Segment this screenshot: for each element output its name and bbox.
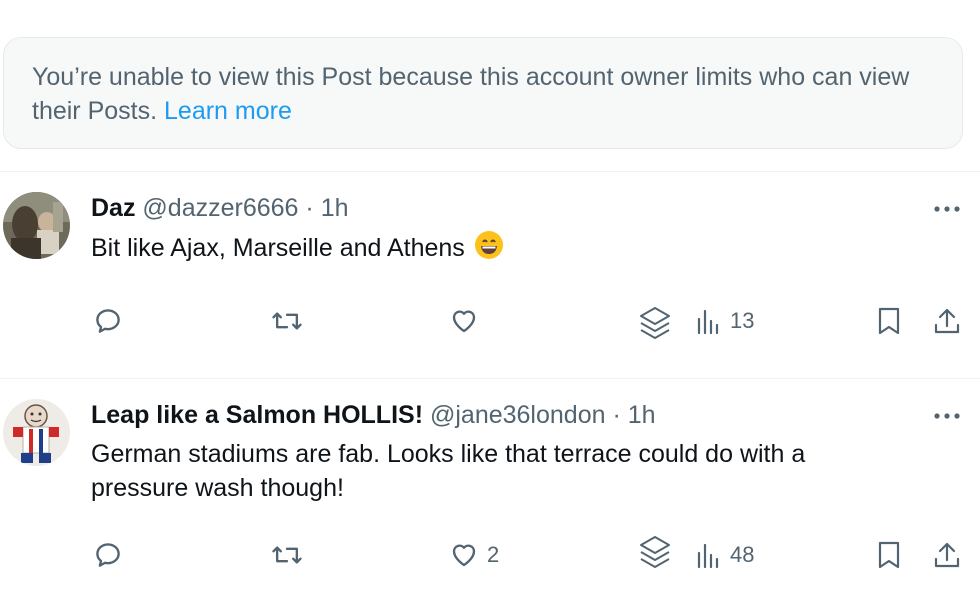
repost-button[interactable] bbox=[271, 304, 303, 338]
post-text: Bit like Ajax, Marseille and Athens bbox=[91, 230, 951, 269]
repost-icon bbox=[272, 546, 302, 564]
share-icon bbox=[934, 308, 960, 334]
post-header: Leap like a Salmon HOLLIS! @jane36london… bbox=[91, 400, 656, 430]
reply-post[interactable]: Leap like a Salmon HOLLIS! @jane36london… bbox=[0, 378, 980, 604]
bookmark-icon bbox=[878, 307, 900, 335]
reply-icon bbox=[96, 309, 120, 333]
grinning-face-emoji bbox=[474, 230, 504, 269]
grok-stack-button[interactable] bbox=[638, 536, 672, 570]
share-icon bbox=[934, 542, 960, 568]
avatar[interactable] bbox=[3, 399, 70, 466]
heart-icon bbox=[452, 544, 476, 567]
bookmark-button[interactable] bbox=[877, 538, 901, 572]
view-count: 13 bbox=[730, 308, 755, 333]
share-button[interactable] bbox=[933, 538, 961, 572]
views-icon bbox=[697, 543, 719, 569]
post-text: German stadiums are fab. Looks like that… bbox=[91, 440, 806, 502]
like-button[interactable] bbox=[449, 304, 487, 338]
grok-stack-button[interactable] bbox=[638, 307, 672, 341]
reply-icon bbox=[96, 543, 120, 567]
bookmark-button[interactable] bbox=[877, 304, 901, 338]
restricted-post-notice: You’re unable to view this Post because … bbox=[3, 37, 963, 149]
post-text-content: Bit like Ajax, Marseille and Athens bbox=[91, 234, 465, 262]
post-header: Daz @dazzer6666 · 1h bbox=[91, 193, 349, 223]
handle[interactable]: @jane36london bbox=[430, 401, 606, 429]
reply-button[interactable] bbox=[93, 538, 123, 572]
views-button[interactable]: 48 bbox=[696, 538, 754, 572]
avatar-photo bbox=[3, 192, 70, 259]
repost-icon bbox=[272, 312, 302, 330]
separator: · bbox=[612, 401, 621, 429]
avatar-photo bbox=[3, 399, 70, 466]
views-icon bbox=[697, 309, 719, 335]
share-button[interactable] bbox=[933, 304, 961, 338]
like-count: 2 bbox=[487, 542, 500, 567]
display-name[interactable]: Leap like a Salmon HOLLIS! bbox=[91, 401, 423, 429]
bookmark-icon bbox=[878, 541, 900, 569]
reply-button[interactable] bbox=[93, 304, 123, 338]
more-options-icon[interactable] bbox=[932, 406, 962, 426]
learn-more-link[interactable]: Learn more bbox=[164, 97, 292, 125]
stack-layers-icon bbox=[640, 307, 670, 339]
heart-icon bbox=[452, 310, 476, 333]
separator: · bbox=[305, 194, 314, 222]
timestamp[interactable]: 1h bbox=[628, 401, 656, 429]
display-name[interactable]: Daz bbox=[91, 194, 135, 222]
view-count: 48 bbox=[730, 542, 755, 567]
repost-button[interactable] bbox=[271, 538, 303, 572]
reply-post[interactable]: Daz @dazzer6666 · 1h Bit like Ajax, Mars… bbox=[0, 171, 980, 378]
avatar[interactable] bbox=[3, 192, 70, 259]
handle[interactable]: @dazzer6666 bbox=[142, 194, 298, 222]
more-options-icon[interactable] bbox=[932, 199, 962, 219]
stack-layers-icon bbox=[640, 536, 670, 568]
views-button[interactable]: 13 bbox=[696, 304, 754, 338]
like-button[interactable]: 2 bbox=[449, 538, 499, 572]
timestamp[interactable]: 1h bbox=[321, 194, 349, 222]
